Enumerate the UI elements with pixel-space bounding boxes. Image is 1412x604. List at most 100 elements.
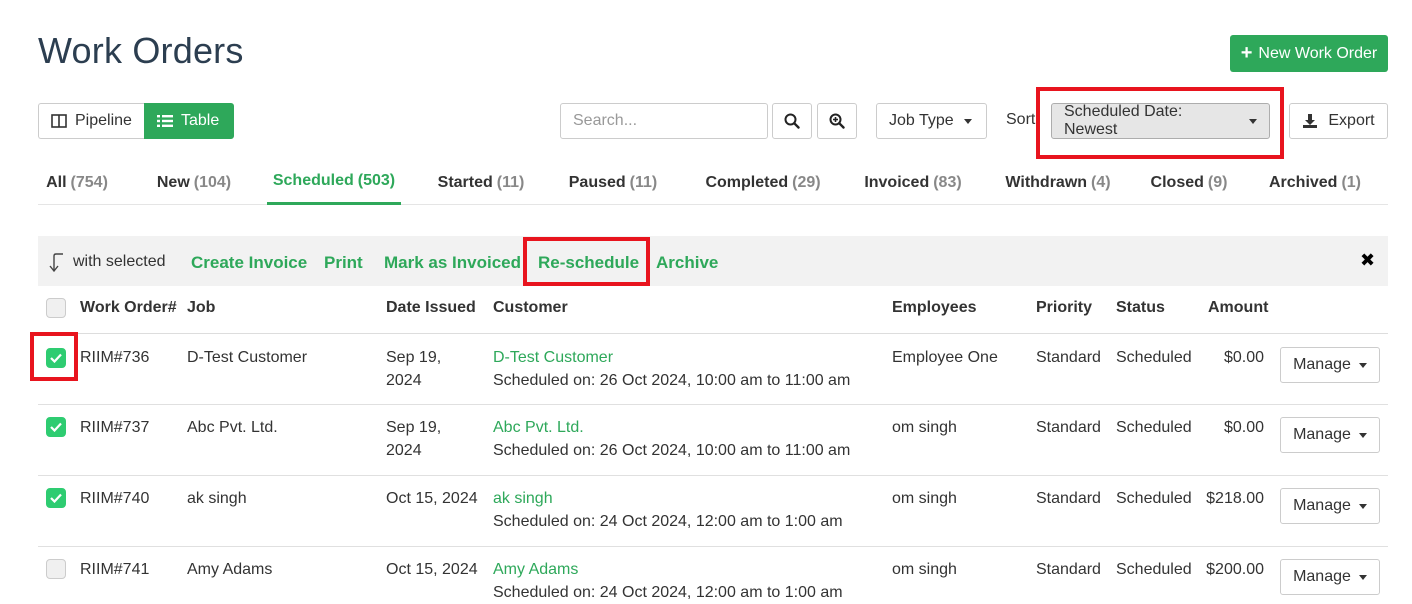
tab-started[interactable]: Started (11) <box>429 160 533 205</box>
mark-as-invoiced-action[interactable]: Mark as Invoiced <box>384 253 521 273</box>
job-type-dropdown[interactable]: Job Type <box>876 103 987 139</box>
work-order-number: RIIM#740 <box>80 490 150 507</box>
view-toggle: Pipeline Table <box>38 103 234 139</box>
column-header-date-issued[interactable]: Date Issued <box>386 299 476 317</box>
table-row[interactable]: RIIM#740 ak singh Oct 15, 2024 ak singh … <box>38 476 1388 547</box>
manage-label: Manage <box>1293 568 1351 585</box>
row-checkbox[interactable] <box>46 488 66 508</box>
checkmark-icon <box>50 353 62 363</box>
tab-count: (29) <box>792 173 821 191</box>
close-icon[interactable]: ✖ <box>1360 250 1375 271</box>
job-name: ak singh <box>187 490 247 507</box>
new-work-order-button[interactable]: + New Work Order <box>1230 35 1388 72</box>
employees: om singh <box>892 490 957 507</box>
manage-label: Manage <box>1293 497 1351 514</box>
tab-count: (104) <box>193 173 232 191</box>
table-row[interactable]: RIIM#737 Abc Pvt. Ltd. Sep 19, 2024 Abc … <box>38 405 1388 476</box>
priority: Standard <box>1036 419 1101 436</box>
table-row[interactable]: RIIM#736 D-Test Customer Sep 19, 2024 D-… <box>38 334 1388 405</box>
caret-down-icon <box>1358 432 1367 438</box>
date-issued: Oct 15, 2024 <box>386 490 478 507</box>
search-icon <box>784 113 800 129</box>
caret-down-icon <box>1249 118 1257 124</box>
print-action[interactable]: Print <box>324 253 363 273</box>
priority: Standard <box>1036 349 1101 366</box>
date-issued: Oct 15, 2024 <box>386 561 478 578</box>
schedule-text: Scheduled on: 26 Oct 2024, 10:00 am to 1… <box>493 372 851 389</box>
column-header-priority[interactable]: Priority <box>1036 299 1092 317</box>
tab-count: (1) <box>1341 173 1362 191</box>
tab-label: Started <box>437 173 493 191</box>
download-icon <box>1303 114 1318 128</box>
search-input[interactable] <box>560 103 768 139</box>
manage-dropdown[interactable]: Manage <box>1280 488 1380 524</box>
tab-closed[interactable]: Closed (9) <box>1141 160 1237 205</box>
manage-dropdown[interactable]: Manage <box>1280 417 1380 453</box>
tab-label: Completed <box>705 173 789 191</box>
column-header-job[interactable]: Job <box>187 299 215 317</box>
tab-label: All <box>46 173 67 191</box>
row-checkbox[interactable] <box>46 417 66 437</box>
export-button[interactable]: Export <box>1289 103 1388 139</box>
amount: $0.00 <box>1223 349 1264 366</box>
select-all-checkbox[interactable] <box>46 298 66 318</box>
caret-down-icon <box>1358 574 1367 580</box>
manage-dropdown[interactable]: Manage <box>1280 559 1380 595</box>
pipeline-view-button[interactable]: Pipeline <box>38 103 144 139</box>
tab-invoiced[interactable]: Invoiced (83) <box>853 160 973 205</box>
reschedule-action[interactable]: Re-schedule <box>538 253 639 273</box>
manage-dropdown[interactable]: Manage <box>1280 347 1380 383</box>
export-label: Export <box>1328 112 1375 129</box>
pipeline-label: Pipeline <box>75 112 132 129</box>
customer-link[interactable]: D-Test Customer <box>493 346 613 369</box>
work-order-number: RIIM#736 <box>80 349 150 366</box>
priority: Standard <box>1036 490 1101 507</box>
tab-new[interactable]: New (104) <box>144 160 244 205</box>
checkmark-icon <box>50 422 62 432</box>
customer-link[interactable]: ak singh <box>493 487 553 510</box>
customer-link[interactable]: Amy Adams <box>493 558 578 581</box>
advanced-search-button[interactable] <box>817 103 857 139</box>
zoom-in-icon <box>829 113 845 129</box>
create-invoice-action[interactable]: Create Invoice <box>191 253 307 273</box>
employees: Employee One <box>892 349 998 366</box>
date-issued: Sep 19, <box>386 419 442 436</box>
column-header-employees[interactable]: Employees <box>892 299 976 317</box>
tab-label: Closed <box>1150 173 1204 191</box>
priority: Standard <box>1036 561 1101 578</box>
tab-count: (9) <box>1207 173 1228 191</box>
table-view-button[interactable]: Table <box>144 103 234 139</box>
search-button[interactable] <box>772 103 812 139</box>
job-name: Amy Adams <box>187 561 273 578</box>
row-checkbox[interactable] <box>46 559 66 579</box>
date-issued-year: 2024 <box>386 372 422 389</box>
column-header-status[interactable]: Status <box>1116 299 1165 317</box>
tab-paused[interactable]: Paused (11) <box>562 160 664 205</box>
table-row[interactable]: RIIM#741 Amy Adams Oct 15, 2024 Amy Adam… <box>38 547 1388 604</box>
tab-count: (83) <box>933 173 962 191</box>
customer-link[interactable]: Abc Pvt. Ltd. <box>493 416 584 439</box>
tab-label: Invoiced <box>864 173 930 191</box>
tab-label: Withdrawn <box>1005 173 1088 191</box>
tab-completed[interactable]: Completed (29) <box>695 160 831 205</box>
tab-count: (11) <box>496 173 525 191</box>
sort-dropdown[interactable]: Scheduled Date: Newest <box>1051 103 1270 139</box>
column-header-customer[interactable]: Customer <box>493 299 568 317</box>
column-header-work-order[interactable]: Work Order# <box>80 299 177 317</box>
column-header-amount[interactable]: Amount <box>1208 299 1268 317</box>
amount: $0.00 <box>1223 419 1264 436</box>
tab-scheduled[interactable]: Scheduled (503) <box>267 160 401 205</box>
status-tabs: All (754) New (104) Scheduled (503) Started… <box>38 160 1388 205</box>
schedule-text: Scheduled on: 26 Oct 2024, 10:00 am to 1… <box>493 442 851 459</box>
tab-withdrawn[interactable]: Withdrawn (4) <box>994 160 1122 205</box>
row-checkbox[interactable] <box>46 348 66 368</box>
tab-archived[interactable]: Archived (1) <box>1261 160 1369 205</box>
tab-count: (11) <box>629 173 658 191</box>
manage-label: Manage <box>1293 426 1351 443</box>
sort-value: Scheduled Date: Newest <box>1064 103 1183 138</box>
employees: om singh <box>892 561 957 578</box>
employees: om singh <box>892 419 957 436</box>
archive-action[interactable]: Archive <box>656 253 718 273</box>
tab-all[interactable]: All (754) <box>38 160 116 205</box>
sort-label: Sort <box>1006 111 1036 128</box>
